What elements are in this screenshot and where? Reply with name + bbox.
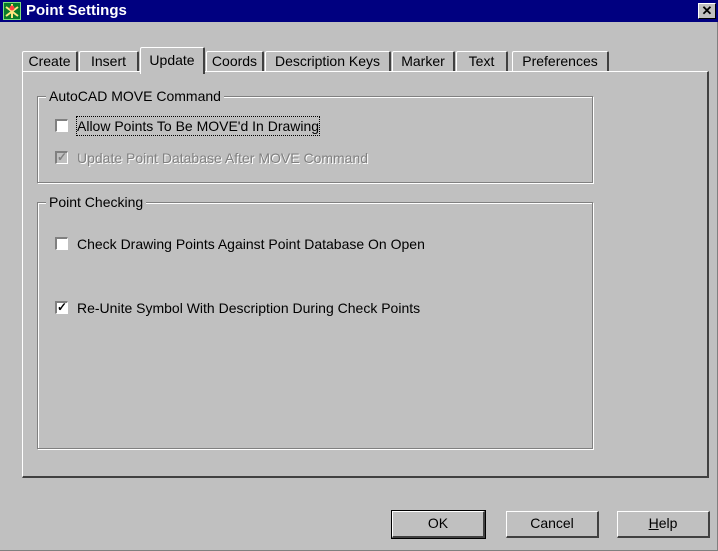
checkbox-label: Update Point Database After MOVE Command — [77, 150, 369, 166]
group-title-checking: Point Checking — [46, 193, 147, 211]
checkmark-icon: ✓ — [55, 150, 68, 164]
close-icon[interactable]: ✕ — [698, 3, 716, 19]
tab-text[interactable]: Text — [456, 51, 508, 72]
surveyor-icon — [3, 2, 21, 20]
checkbox-label: Re-Unite Symbol With Description During … — [77, 300, 421, 316]
help-label: elp — [658, 515, 678, 531]
title-bar[interactable]: Point Settings ✕ — [0, 0, 718, 22]
help-button[interactable]: Help — [617, 511, 710, 538]
point-settings-dialog: Point Settings ✕ Create Insert Update Co… — [0, 0, 718, 551]
point-checking-group: Point Checking Check Drawing Points Agai… — [37, 193, 593, 449]
checkbox-box[interactable] — [55, 119, 68, 132]
help-mnemonic: H — [648, 515, 659, 531]
tab-update[interactable]: Update — [140, 47, 205, 74]
checkmark-icon[interactable]: ✓ — [55, 301, 68, 314]
checkbox-box[interactable] — [55, 237, 68, 250]
tab-preferences[interactable]: Preferences — [512, 51, 609, 72]
update-tab-panel: AutoCAD MOVE Command Allow Points To Be … — [22, 71, 709, 478]
autocad-move-group: AutoCAD MOVE Command Allow Points To Be … — [37, 87, 593, 183]
tab-coords[interactable]: Coords — [206, 51, 264, 72]
cancel-button[interactable]: Cancel — [506, 511, 599, 538]
tab-strip: Create Insert Update Coords Description … — [22, 47, 622, 74]
tab-description-keys[interactable]: Description Keys — [265, 51, 391, 72]
group-title-move: AutoCAD MOVE Command — [46, 87, 224, 105]
tab-insert[interactable]: Insert — [79, 51, 139, 72]
tab-create[interactable]: Create — [22, 51, 78, 72]
window-title: Point Settings — [26, 2, 127, 19]
checkbox-label: Allow Points To Be MOVE'd In Drawing — [75, 116, 321, 136]
checkbox-label: Check Drawing Points Against Point Datab… — [77, 236, 425, 252]
ok-button[interactable]: OK — [391, 510, 486, 539]
tab-marker[interactable]: Marker — [392, 51, 455, 72]
